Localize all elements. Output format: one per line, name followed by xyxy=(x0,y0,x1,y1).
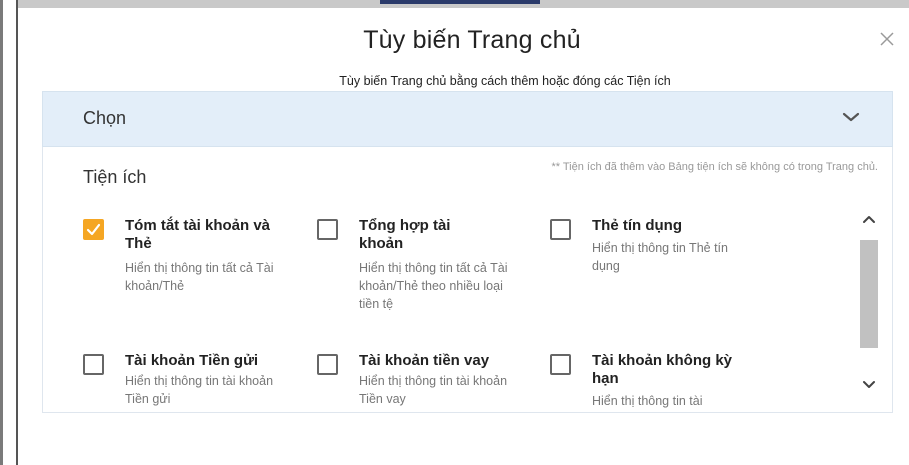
select-dropdown[interactable]: Chọn xyxy=(42,91,893,147)
widget-item-title: Tài khoản không kỳ hạn xyxy=(592,352,733,387)
widget-item-desc: Hiển thị thông tin tất cả Tài khoản/Thẻ … xyxy=(359,261,508,311)
widget-item-desc: Hiển thị thông tin tất cả Tài khoản/Thẻ xyxy=(125,261,274,293)
widget-item-title: Tổng hợp tài khoản xyxy=(359,217,451,252)
checkbox[interactable] xyxy=(83,354,104,375)
widgets-panel: Tiện ích ** Tiện ích đã thêm vào Bảng ti… xyxy=(42,147,893,413)
widget-item-desc: Hiển thị thông tin tài khoản Tiền gửi xyxy=(125,374,274,406)
scrollbar-thumb[interactable] xyxy=(860,240,878,348)
close-icon[interactable] xyxy=(875,30,899,54)
widget-item-title: Thẻ tín dụng xyxy=(592,217,682,234)
select-label: Chọn xyxy=(83,108,127,128)
widget-item-desc: Hiển thị thông tin Thẻ tín dụng xyxy=(592,241,728,273)
widgets-note: ** Tiện ích đã thêm vào Bảng tiện ích sẽ… xyxy=(551,161,878,173)
checkbox[interactable] xyxy=(550,219,571,240)
chevron-down-icon[interactable] xyxy=(840,106,862,128)
widget-item-title: Tóm tắt tài khoản và Thẻ xyxy=(125,217,271,252)
checkbox-checked[interactable] xyxy=(83,219,104,240)
modal-subtitle: Tùy biến Trang chủ bằng cách thêm hoặc đ… xyxy=(339,74,671,88)
checkbox[interactable] xyxy=(317,219,338,240)
widgets-title: Tiện ích xyxy=(83,167,147,187)
widget-item-desc: Hiển thị thông tin tài khoản Tiền vay xyxy=(359,374,508,406)
modal-title: Tùy biến Trang chủ xyxy=(363,26,581,54)
chevron-up-icon[interactable] xyxy=(860,208,878,230)
widget-item-title: Tài khoản tiền vay xyxy=(359,352,490,369)
customize-home-modal: Tùy biến Trang chủ Tùy biến Trang chủ bằ… xyxy=(18,8,909,465)
background-strip-dark xyxy=(380,0,540,4)
chevron-down-icon[interactable] xyxy=(860,374,878,396)
widget-item-desc: Hiển thị thông tin tài xyxy=(592,394,703,408)
window-edge-left xyxy=(0,0,3,465)
checkbox[interactable] xyxy=(550,354,571,375)
widget-item-title: Tài khoản Tiền gửi xyxy=(125,352,259,369)
checkbox[interactable] xyxy=(317,354,338,375)
scrollbar[interactable] xyxy=(860,208,878,398)
